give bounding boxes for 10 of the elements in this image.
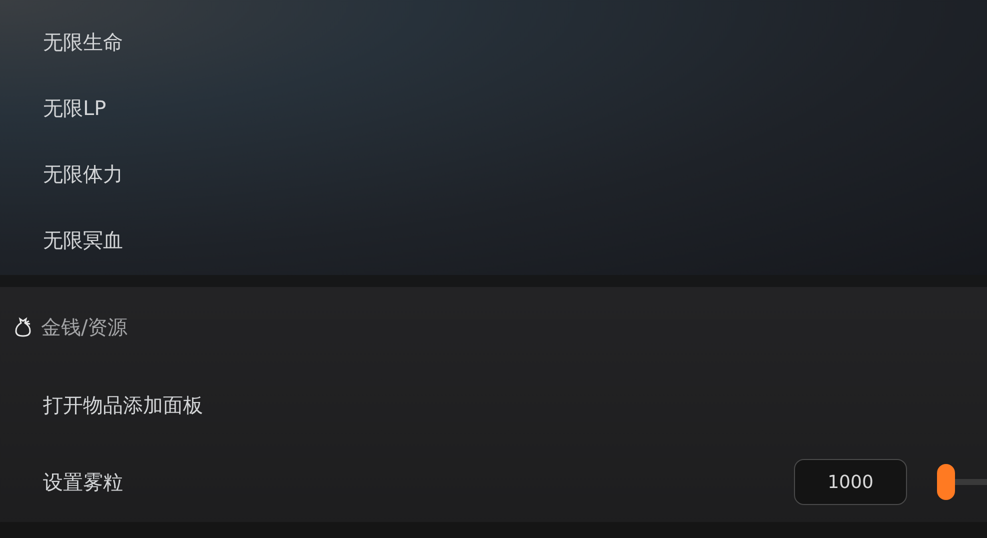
- option-label[interactable]: 无限生命: [43, 27, 123, 57]
- option-label[interactable]: 无限LP: [43, 93, 106, 123]
- option-label[interactable]: 无限冥血: [43, 225, 123, 255]
- option-label[interactable]: 打开物品添加面板: [43, 390, 203, 420]
- option-label[interactable]: 无限体力: [43, 159, 123, 189]
- section-title: 金钱/资源: [41, 314, 128, 341]
- money-bag-icon: [14, 317, 32, 337]
- option-label: 设置雾粒: [43, 469, 123, 496]
- value-field[interactable]: 1000: [794, 459, 907, 505]
- slider-thumb[interactable]: [937, 464, 955, 500]
